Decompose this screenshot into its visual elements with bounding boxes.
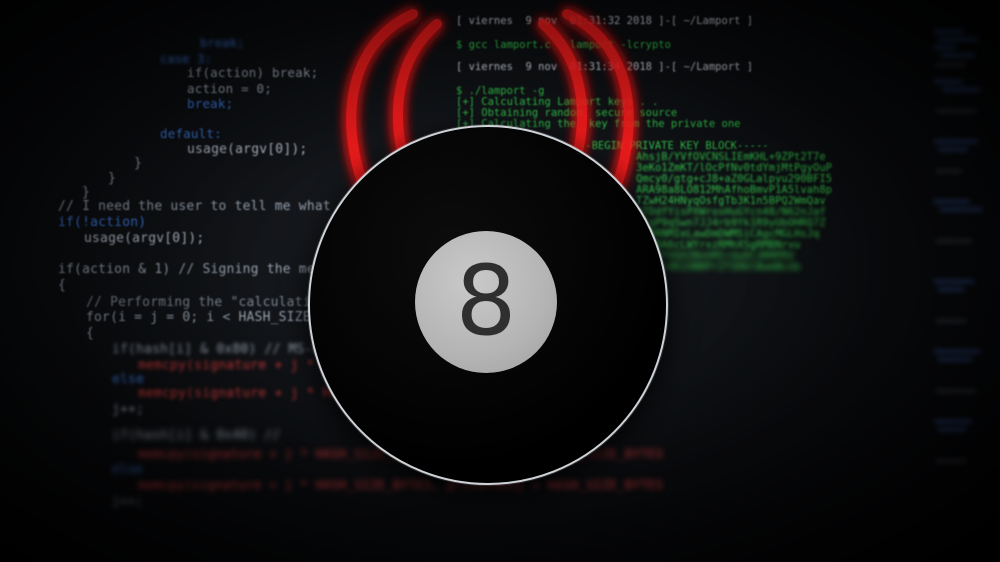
eight-ball-face: 8: [415, 231, 557, 373]
code-line: usage(argv[0]);: [187, 142, 308, 157]
code-line: else: [112, 461, 143, 476]
code-line: j++;: [112, 402, 145, 417]
background-code-scene: break; case 3: if(action) break; action …: [0, 0, 1000, 562]
code-line: }: [134, 156, 143, 171]
code-line: j++;: [112, 493, 143, 508]
code-line: if(!action): [58, 215, 147, 230]
code-line: break;: [187, 96, 234, 111]
code-line: default:: [160, 126, 222, 141]
code-line: if(action) break;: [187, 65, 319, 80]
code-line: else: [112, 372, 145, 387]
code-line: }: [82, 185, 91, 200]
code-line: {: [86, 326, 95, 341]
eight-ball: 8: [308, 125, 668, 485]
code-line: usage(argv[0]);: [84, 231, 205, 246]
code-line: {: [58, 278, 67, 293]
code-line: break;: [200, 36, 245, 50]
code-line: case 3:: [160, 52, 212, 66]
code-line: }: [108, 171, 117, 186]
editor-minimap: [934, 30, 982, 462]
code-line: action = 0;: [187, 81, 272, 96]
eight-ball-number: 8: [455, 245, 517, 357]
code-line: if(hash[i] & 0x40) //: [112, 428, 281, 443]
code-line: memcpy(signature + j * HASH_SIZE_BYTES, …: [138, 477, 664, 492]
